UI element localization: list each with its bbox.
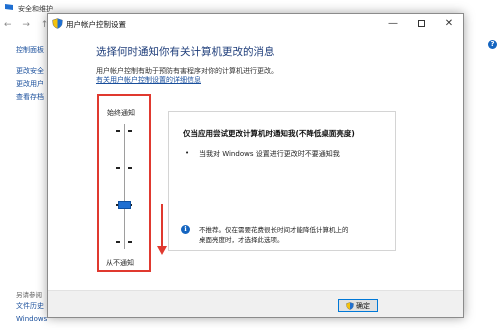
minimize-icon[interactable]: — [379, 14, 407, 34]
info-icon: i [181, 225, 190, 234]
slider-tick [128, 241, 132, 243]
uac-shield-icon [52, 18, 63, 29]
maximize-icon[interactable] [407, 14, 435, 34]
sidebar-link-change-uac[interactable]: 更改用户 [16, 79, 44, 89]
nav-arrows[interactable]: ← → ↑ [4, 20, 52, 30]
dialog-heading: 选择何时通知你有关计算机更改的消息 [96, 46, 275, 58]
panel-note-line1: 不推荐。仅在需要花费很长时间才能降低计算机上的 [199, 226, 349, 234]
slider-tick [116, 241, 120, 243]
notification-slider-thumb[interactable] [118, 201, 131, 209]
bullet-dot: • [185, 149, 190, 157]
help-icon[interactable]: ? [488, 40, 497, 49]
panel-bullet-text: 当我对 Windows 设置进行更改时不要通知我 [199, 150, 340, 158]
close-icon[interactable]: ✕ [435, 14, 463, 34]
flag-icon [5, 4, 13, 10]
panel-title: 仅当应用尝试更改计算机时通知我(不降低桌面亮度) [183, 129, 355, 138]
uac-shield-icon [346, 301, 354, 310]
see-also-label: 另请参阅 [16, 291, 42, 299]
slider-top-label: 始终通知 [107, 109, 135, 117]
dialog-titlebar: 用户帐户控制设置 — ✕ [48, 14, 463, 34]
dialog-title: 用户帐户控制设置 [66, 20, 126, 29]
ok-button-label: 确定 [356, 301, 370, 310]
panel-note-line2: 桌面亮度时，才选择此选项。 [199, 236, 284, 244]
sidebar-link-control-panel[interactable]: 控制面板 [16, 45, 44, 55]
setting-description-panel: 仅当应用尝试更改计算机时通知我(不降低桌面亮度) • 当我对 Windows 设… [168, 111, 396, 251]
more-info-link[interactable]: 有关用户帐户控制设置的详细信息 [96, 75, 201, 85]
footer-link-windows[interactable]: Windows [16, 315, 47, 323]
ok-button[interactable]: 确定 [338, 299, 378, 312]
down-arrow-head [157, 246, 167, 255]
notification-slider-track[interactable] [124, 124, 125, 249]
sidebar-link-view-archive[interactable]: 查看存档 [16, 92, 44, 102]
dialog-footer: 确定 [48, 290, 463, 317]
slider-tick [116, 130, 120, 132]
uac-settings-dialog: 用户帐户控制设置 — ✕ 选择何时通知你有关计算机更改的消息 用户帐户控制有助于… [47, 13, 464, 318]
slider-bottom-label: 从不通知 [106, 259, 134, 267]
slider-tick [128, 167, 132, 169]
sidebar-link-change-security[interactable]: 更改安全 [16, 66, 44, 76]
slider-tick [128, 130, 132, 132]
down-arrow-icon [161, 204, 163, 248]
footer-link-file-history[interactable]: 文件历史 [16, 301, 44, 311]
slider-tick [116, 167, 120, 169]
